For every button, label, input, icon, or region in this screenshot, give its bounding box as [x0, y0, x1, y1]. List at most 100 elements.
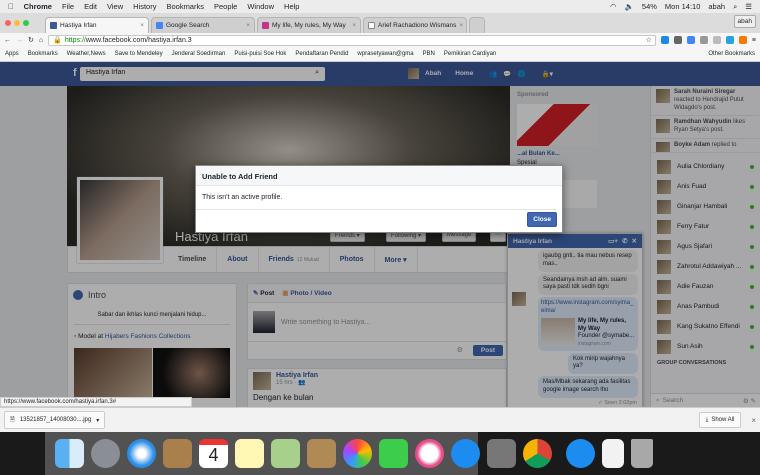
- extension-icon[interactable]: [699, 36, 708, 44]
- chrome-icon[interactable]: [523, 439, 552, 468]
- bookmark-mendeley[interactable]: Save to Mendeley: [115, 51, 163, 57]
- status-url: https://www.facebook.com/hastiya.irfan.3…: [0, 397, 192, 407]
- extension-icon[interactable]: [673, 36, 682, 44]
- chevron-down-icon[interactable]: ▾: [96, 417, 99, 424]
- docx-file-icon[interactable]: [602, 439, 624, 468]
- facebook-icon: [50, 22, 57, 29]
- close-download-bar-icon[interactable]: ×: [751, 416, 756, 425]
- download-item[interactable]: 🗎 13521857_14008030....jpg ▾: [4, 411, 106, 429]
- bookmark-bookmarks[interactable]: Bookmarks: [28, 51, 58, 57]
- menu-help[interactable]: Help: [284, 2, 299, 11]
- menu-bookmarks[interactable]: Bookmarks: [166, 2, 204, 11]
- launchpad-icon[interactable]: [91, 439, 120, 468]
- unable-to-add-friend-dialog: Unable to Add Friend This isn't an activ…: [195, 165, 563, 233]
- menu-icon[interactable]: ≡: [752, 37, 756, 44]
- maps-icon[interactable]: [271, 439, 300, 468]
- menu-window[interactable]: Window: [247, 2, 274, 11]
- trash-icon[interactable]: [631, 439, 653, 468]
- bookmark-pbn[interactable]: PBN: [423, 51, 435, 57]
- reload-icon[interactable]: ↻: [28, 36, 34, 44]
- wikipedia-icon: [368, 22, 375, 29]
- profile-button[interactable]: abah: [733, 15, 756, 28]
- finder-icon[interactable]: [55, 439, 84, 468]
- notes-icon[interactable]: [235, 439, 264, 468]
- download-bar: 🗎 13521857_14008030....jpg ▾ ⤓ Show All ×: [0, 407, 760, 432]
- dock: 4: [45, 432, 653, 475]
- bookmark-email[interactable]: wprasetyawan@gma: [357, 51, 413, 57]
- tab-hastiya-irfan[interactable]: Hastiya Irfan ×: [45, 17, 149, 33]
- wifi-icon[interactable]: ◠: [610, 2, 617, 12]
- app-store-icon[interactable]: [451, 439, 480, 468]
- bookmark-apps[interactable]: Apps: [5, 51, 19, 57]
- extension-icon[interactable]: [660, 36, 669, 44]
- bookmark-pemikiran[interactable]: Pemikiran Cardiyan: [444, 51, 496, 57]
- itunes-icon[interactable]: [415, 439, 444, 468]
- close-tab-icon[interactable]: ×: [459, 22, 463, 29]
- bookmark-weather[interactable]: Weather,News: [67, 51, 106, 57]
- extension-icon[interactable]: [686, 36, 695, 44]
- close-tab-icon[interactable]: ×: [246, 22, 250, 29]
- url-scheme: https://: [64, 36, 86, 44]
- bookmarks-bar: Apps Bookmarks Weather,News Save to Mend…: [0, 47, 760, 62]
- dialog-message: This isn't an active profile.: [196, 186, 556, 210]
- user-name[interactable]: abah: [708, 2, 725, 12]
- close-tab-icon[interactable]: ×: [352, 22, 356, 29]
- bookmark-soedirman[interactable]: Jenderal Soedirman: [172, 51, 226, 57]
- google-icon: [156, 22, 163, 29]
- tab-google-search[interactable]: Google Search ×: [151, 17, 255, 33]
- extension-icon[interactable]: [738, 36, 747, 44]
- menu-edit[interactable]: Edit: [84, 2, 97, 11]
- tab-label: Arief Rachadiono Wismans: [378, 22, 457, 29]
- bookmark-pendaftaran[interactable]: Pendaftaran Pendid: [295, 51, 348, 57]
- close-button[interactable]: Close: [527, 212, 557, 227]
- tab-label: Google Search: [166, 22, 210, 29]
- other-bookmarks[interactable]: Other Bookmarks: [708, 51, 755, 57]
- minimize-window-button[interactable]: [14, 20, 20, 26]
- forward-icon[interactable]: →: [16, 37, 23, 44]
- modal-overlay[interactable]: [0, 62, 760, 407]
- tab-label: Hastiya Irfan: [60, 22, 97, 29]
- lock-icon: 🔒: [53, 37, 62, 44]
- address-toolbar: ← → ↻ ⌂ 🔒 https://www.facebook.com/hasti…: [0, 33, 760, 47]
- tab-wikipedia[interactable]: Arief Rachadiono Wismans ×: [363, 17, 467, 33]
- archive-utility-icon[interactable]: [307, 439, 336, 468]
- show-all-button[interactable]: ⤓ Show All: [698, 412, 742, 428]
- tab-instagram[interactable]: My life, My rules, My Way ×: [257, 17, 361, 33]
- menu-people[interactable]: People: [214, 2, 237, 11]
- file-icon: 🗎: [10, 417, 15, 423]
- volume-icon[interactable]: 🔈: [625, 2, 634, 12]
- spotlight-icon[interactable]: ⌕: [733, 2, 737, 12]
- apple-icon[interactable]: : [8, 2, 14, 11]
- tab-label: My life, My rules, My Way: [272, 22, 346, 29]
- clock[interactable]: Mon 14:10: [665, 2, 700, 12]
- contacts-icon[interactable]: [163, 439, 192, 468]
- app-store-downloads-icon[interactable]: [566, 439, 595, 468]
- battery-percent[interactable]: 54%: [642, 2, 657, 12]
- system-preferences-icon[interactable]: [487, 439, 516, 468]
- menu-history[interactable]: History: [133, 2, 156, 11]
- tab-strip: Hastiya Irfan × Google Search × My life, M…: [0, 13, 760, 33]
- star-icon[interactable]: ☆: [646, 36, 652, 44]
- photos-icon[interactable]: [343, 439, 372, 468]
- safari-icon[interactable]: [127, 439, 156, 468]
- extension-icon[interactable]: [725, 36, 734, 44]
- home-icon[interactable]: ⌂: [39, 37, 43, 44]
- url-bar[interactable]: 🔒 https://www.facebook.com/hastiya.irfan…: [48, 34, 656, 46]
- calendar-icon[interactable]: 4: [199, 439, 228, 468]
- close-tab-icon[interactable]: ×: [140, 22, 144, 29]
- menu-file[interactable]: File: [62, 2, 74, 11]
- close-window-button[interactable]: [5, 20, 11, 26]
- menu-view[interactable]: View: [107, 2, 123, 11]
- bookmark-puisi[interactable]: Puisi-puisi Soe Hok: [234, 51, 286, 57]
- extension-icon[interactable]: [712, 36, 721, 44]
- zoom-window-button[interactable]: [23, 20, 29, 26]
- menu-chrome[interactable]: Chrome: [24, 2, 52, 11]
- notification-icon[interactable]: ☰: [745, 2, 752, 12]
- url-text: www.facebook.com/hastiya.irfan.3: [85, 36, 192, 44]
- back-icon[interactable]: ←: [4, 37, 11, 44]
- facetime-icon[interactable]: [379, 439, 408, 468]
- instagram-icon: [262, 22, 269, 29]
- download-filename: 13521857_14008030....jpg: [19, 417, 92, 423]
- new-tab-button[interactable]: [469, 17, 485, 33]
- download-icon: ⤓: [705, 416, 709, 423]
